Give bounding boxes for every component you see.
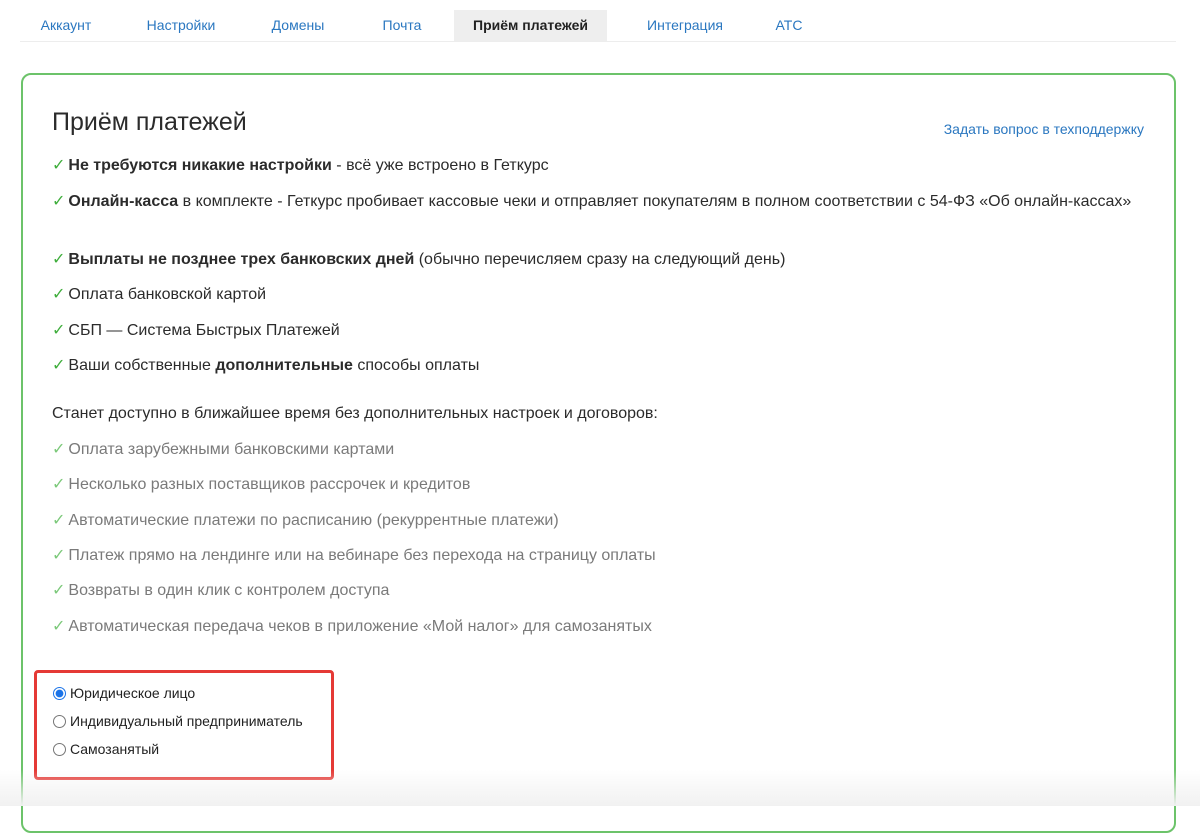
coming-soon-item: ✓ Несколько разных поставщиков рассрочек … xyxy=(52,473,1132,496)
radio-input[interactable] xyxy=(53,742,66,756)
feature-text: - всё уже встроено в Геткурс xyxy=(331,157,549,174)
feature-item: ✓ Ваши собственные дополнительные способы… xyxy=(52,354,1132,377)
feature-item: ✓ Не требуются никакие настройки - всё уж… xyxy=(52,154,1132,177)
tab-ats[interactable]: АТС xyxy=(762,10,816,41)
tab-payments[interactable]: Приём платежей xyxy=(454,10,607,41)
tab-domains[interactable]: Домены xyxy=(252,10,344,41)
check-icon: ✓ xyxy=(52,547,66,564)
check-icon: ✓ xyxy=(52,286,66,303)
coming-soon-item: ✓ Платеж прямо на лендинге или на вебинар… xyxy=(52,544,1132,567)
check-icon: ✓ xyxy=(52,441,66,458)
feature-text: (обычно перечисляем сразу на следующий д… xyxy=(414,251,786,268)
radio-self-employed[interactable]: Самозанятый xyxy=(52,738,159,760)
tab-mail[interactable]: Почта xyxy=(366,10,438,41)
feature-text: СБП — Система Быстрых Платежей xyxy=(68,322,340,339)
coming-soon-item: ✓ Возвраты в один клик с контролем доступ… xyxy=(52,579,1132,602)
check-icon: ✓ xyxy=(52,251,66,268)
page-title: Приём платежей xyxy=(52,108,247,136)
radio-legal-entity[interactable]: Юридическое лицо xyxy=(52,682,195,704)
feature-item: ✓ Оплата банковской картой xyxy=(52,283,1132,306)
radio-label: Юридическое лицо xyxy=(70,685,196,701)
tab-account[interactable]: Аккаунт xyxy=(20,10,112,41)
radio-label: Самозанятый xyxy=(70,741,160,757)
feature-item: ✓ Онлайн-касса в комплекте - Геткурс проб… xyxy=(52,190,1132,213)
feature-item: ✓ СБП — Система Быстрых Платежей xyxy=(52,319,1132,342)
check-icon: ✓ xyxy=(52,322,66,339)
feature-text: Оплата банковской картой xyxy=(68,286,267,303)
support-link[interactable]: Задать вопрос в техподдержку xyxy=(944,121,1144,137)
feature-bold: Онлайн-касса xyxy=(68,193,179,210)
tab-settings[interactable]: Настройки xyxy=(132,10,230,41)
feature-bold: Выплаты не позднее трех банковских дней xyxy=(68,251,415,268)
radio-label: Индивидуальный предприниматель xyxy=(70,713,303,729)
coming-soon-text: Автоматическая передача чеков в приложен… xyxy=(68,618,652,635)
settings-tabs: Аккаунт Настройки Домены Почта Приём пла… xyxy=(20,10,1176,42)
coming-soon-text: Несколько разных поставщиков рассрочек и… xyxy=(68,476,471,493)
coming-soon-text: Платеж прямо на лендинге или на вебинаре… xyxy=(68,547,656,564)
coming-soon-item: ✓ Оплата зарубежными банковскими картами xyxy=(52,438,1132,461)
radio-input[interactable] xyxy=(53,714,66,728)
coming-soon-item: ✓ Автоматическая передача чеков в приложе… xyxy=(52,615,1132,638)
feature-bold: Не требуются никакие настройки xyxy=(68,157,332,174)
check-icon: ✓ xyxy=(52,582,66,599)
check-icon: ✓ xyxy=(52,357,66,374)
check-icon: ✓ xyxy=(52,193,66,210)
check-icon: ✓ xyxy=(52,476,66,493)
feature-text: способы оплаты xyxy=(352,357,480,374)
coming-soon-text: Оплата зарубежными банковскими картами xyxy=(68,441,395,458)
tab-integration[interactable]: Интеграция xyxy=(628,10,742,41)
feature-item: ✓ Выплаты не позднее трех банковских дней… xyxy=(52,248,1132,271)
feature-bold: дополнительные xyxy=(215,357,353,374)
check-icon: ✓ xyxy=(52,512,66,529)
radio-input[interactable] xyxy=(53,686,66,700)
coming-soon-text: Возвраты в один клик с контролем доступа xyxy=(68,582,390,599)
check-icon: ✓ xyxy=(52,157,66,174)
coming-soon-item: ✓ Автоматические платежи по расписанию (р… xyxy=(52,509,1132,532)
coming-soon-text: Автоматические платежи по расписанию (ре… xyxy=(68,512,559,529)
feature-text: в комплекте - Геткурс пробивает кассовые… xyxy=(178,193,1132,210)
coming-soon-heading: Станет доступно в ближайшее время без до… xyxy=(52,405,658,422)
check-icon: ✓ xyxy=(52,618,66,635)
feature-text: Ваши собственные xyxy=(68,357,216,374)
radio-individual-entrepreneur[interactable]: Индивидуальный предприниматель xyxy=(52,710,303,732)
